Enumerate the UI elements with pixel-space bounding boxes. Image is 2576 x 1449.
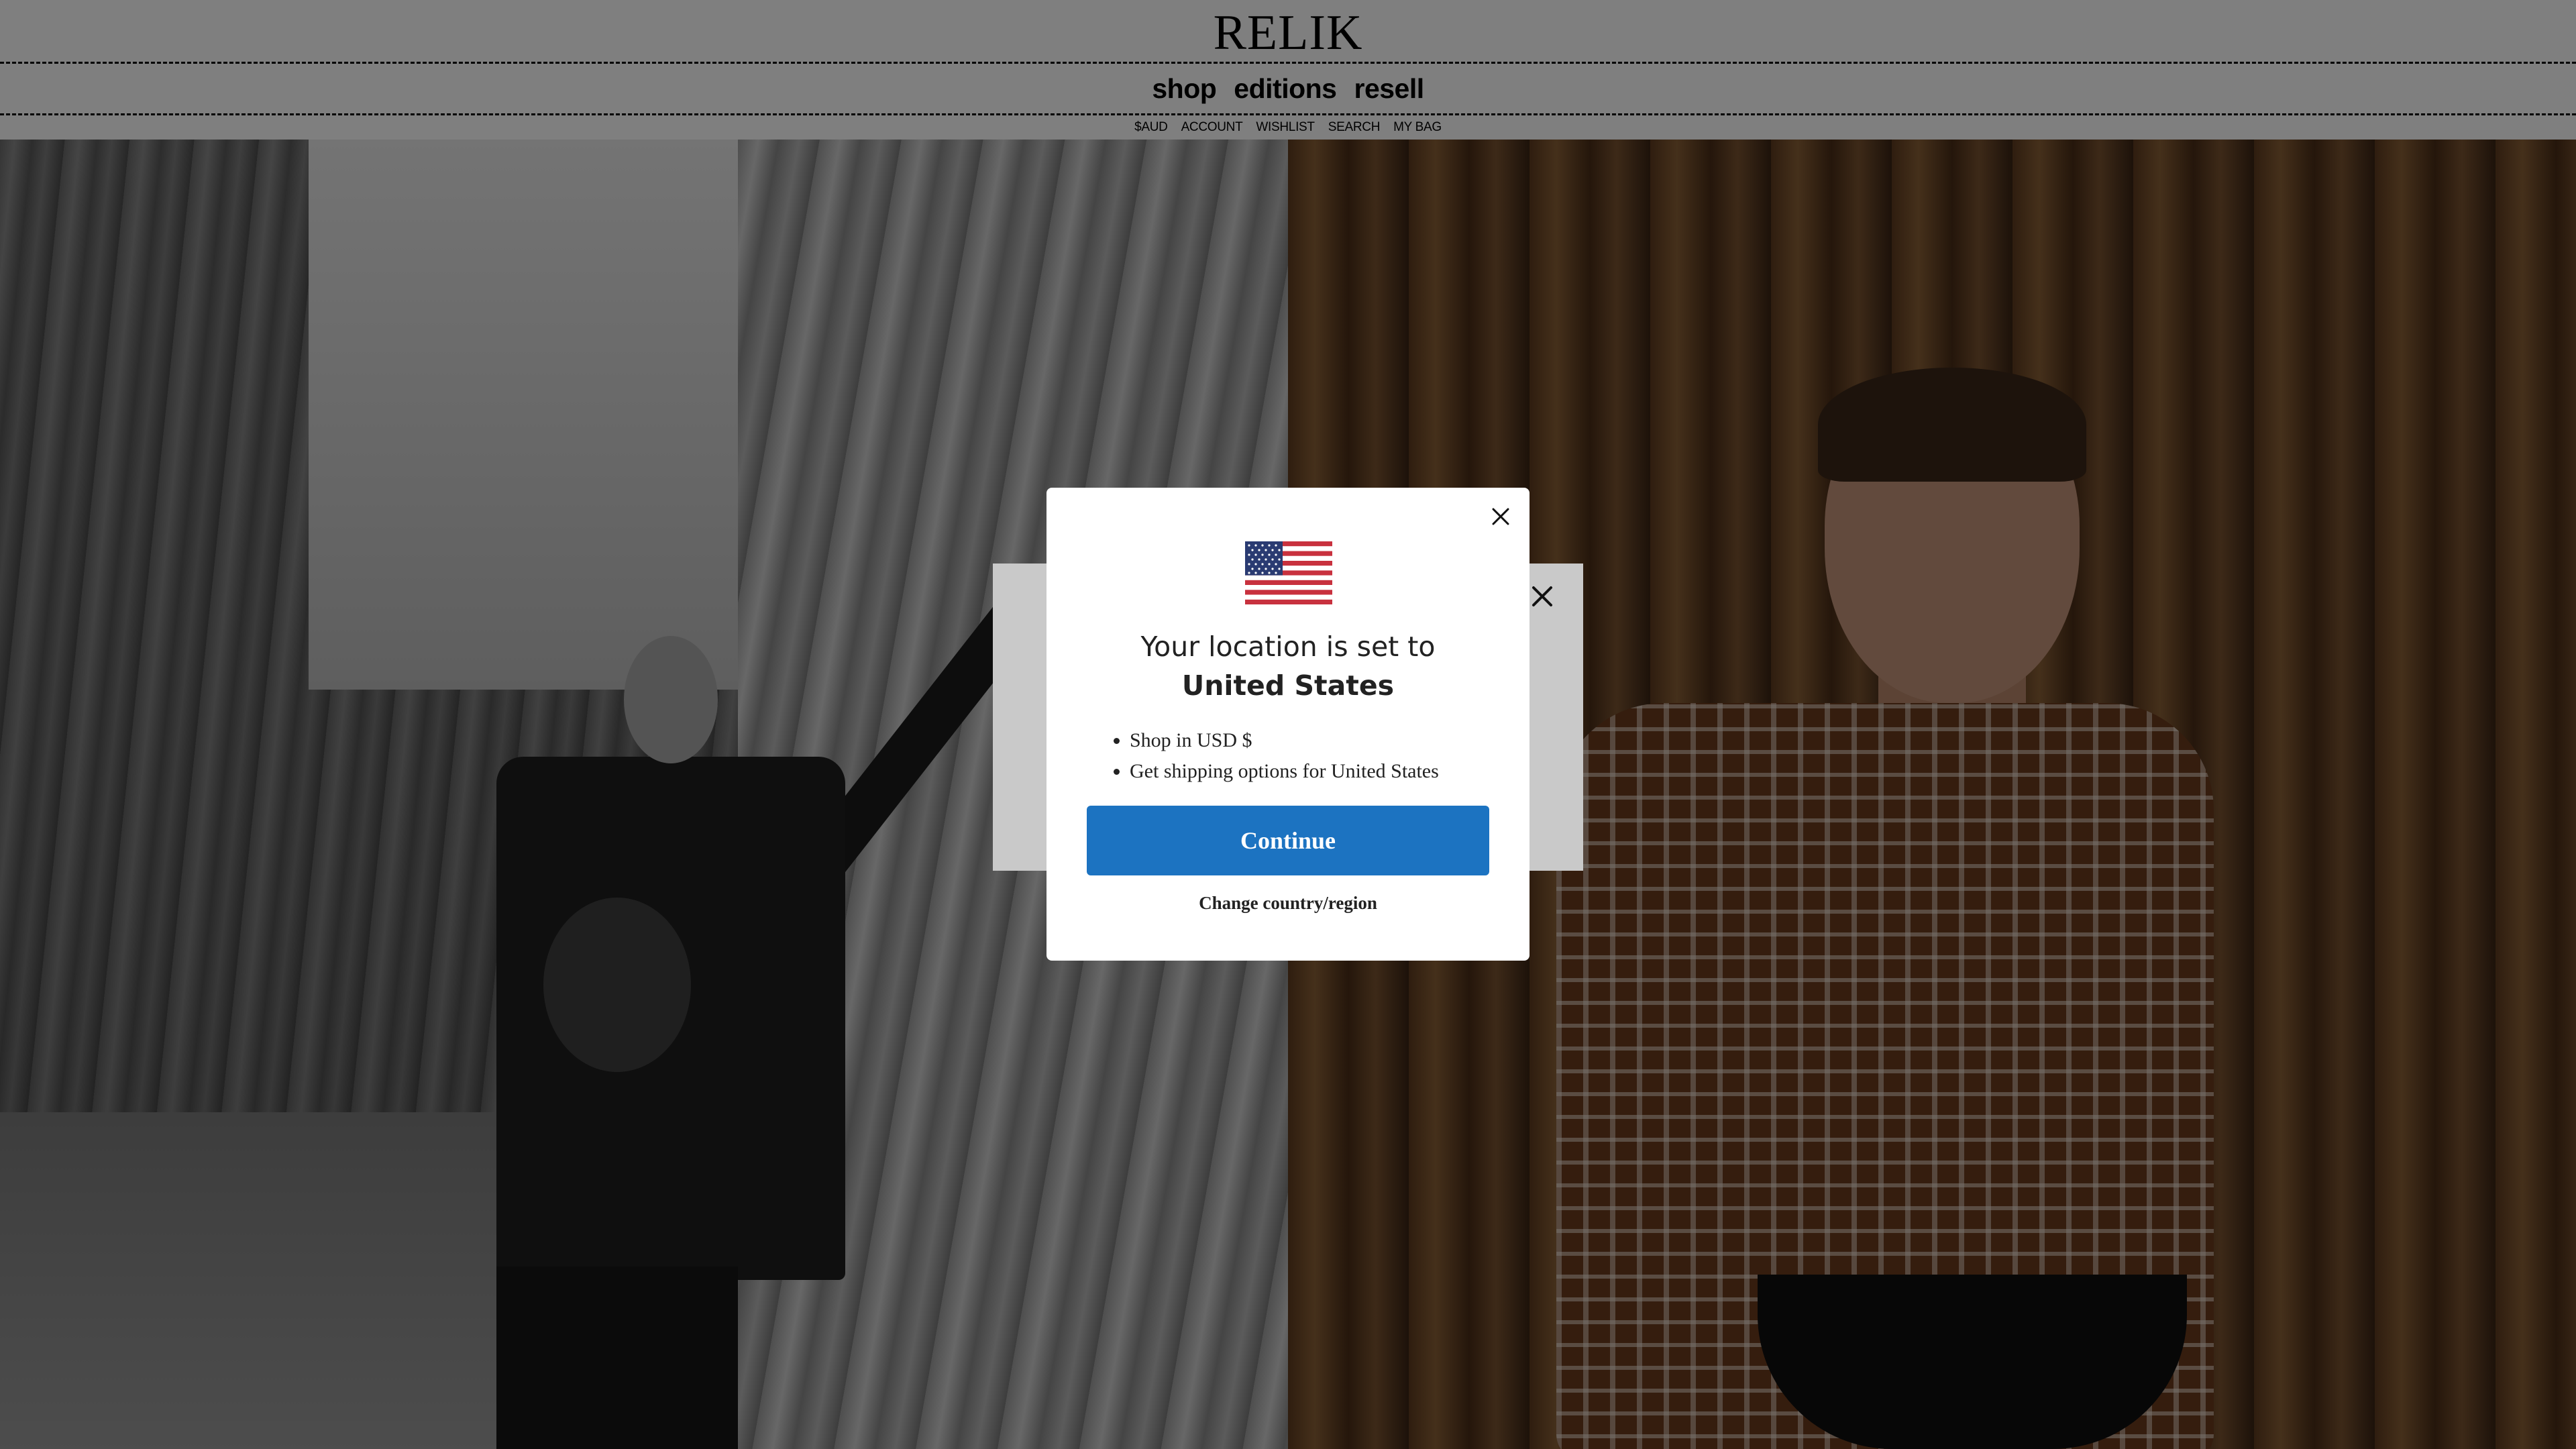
location-dialog: Your location is set to United States Sh… bbox=[1046, 488, 1529, 961]
change-country-link[interactable]: Change country/region bbox=[1087, 893, 1489, 914]
location-title: Your location is set to United States bbox=[1087, 627, 1489, 705]
us-flag-icon bbox=[1245, 541, 1332, 604]
location-benefits-list: Shop in USD $ Get shipping options for U… bbox=[1108, 725, 1439, 787]
list-item: Shop in USD $ bbox=[1130, 725, 1439, 756]
close-icon[interactable] bbox=[1484, 500, 1517, 533]
list-item: Get shipping options for United States bbox=[1130, 756, 1439, 787]
location-country: United States bbox=[1181, 669, 1395, 702]
background-modal-close-icon[interactable] bbox=[1524, 578, 1560, 614]
location-title-prefix: Your location is set to bbox=[1140, 631, 1436, 663]
continue-button[interactable]: Continue bbox=[1087, 806, 1489, 875]
